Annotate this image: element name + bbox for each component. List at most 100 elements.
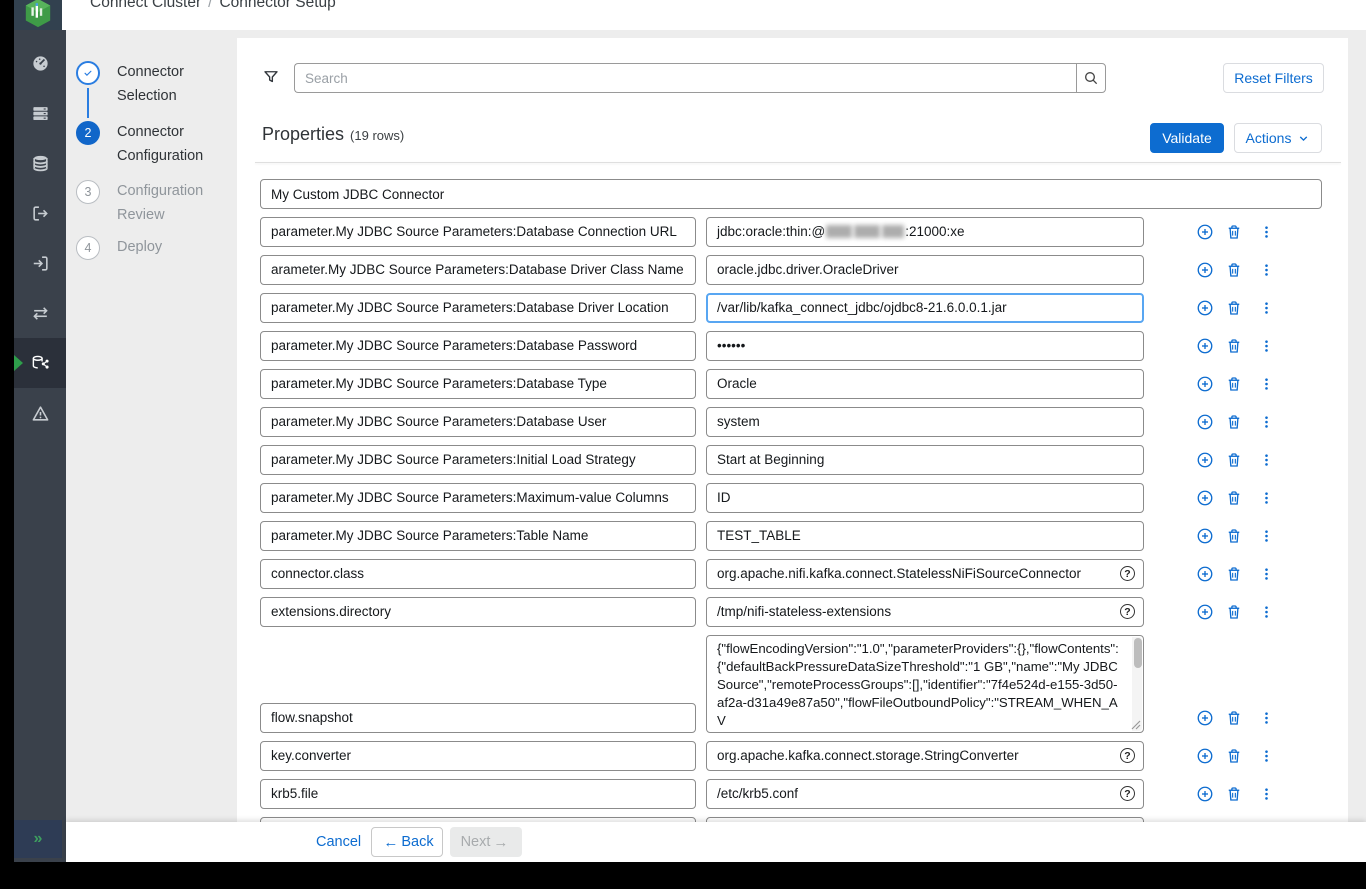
property-value-field[interactable]: TEST_TABLE <box>706 521 1144 551</box>
property-key-field[interactable]: flow.snapshot <box>260 703 696 733</box>
sidebar-item-sign-in[interactable] <box>14 238 66 288</box>
sidebar-item-clusters[interactable] <box>14 88 66 138</box>
flow-snapshot-textarea[interactable]: {"flowEncodingVersion":"1.0","parameterP… <box>706 635 1144 733</box>
add-property-button[interactable] <box>1196 337 1214 355</box>
property-value-field[interactable]: system <box>706 407 1144 437</box>
step-3-indicator[interactable]: 3 <box>76 180 100 204</box>
property-key-field[interactable]: parameter.My JDBC Source Parameters:Maxi… <box>260 483 696 513</box>
property-key-field[interactable]: parameter.My JDBC Source Parameters:Data… <box>260 217 696 247</box>
property-value-field[interactable]: /var/lib/kafka_connect_jdbc/ojdbc8-21.6.… <box>706 293 1144 323</box>
app-logo[interactable] <box>14 0 62 30</box>
row-menu-button[interactable] <box>1259 747 1274 765</box>
sidebar-item-dashboard[interactable] <box>14 38 66 88</box>
property-key-field[interactable]: parameter.My JDBC Source Parameters:Init… <box>260 445 696 475</box>
sidebar-item-database[interactable] <box>14 138 66 188</box>
row-menu-button[interactable] <box>1259 709 1274 727</box>
textarea-scrollbar-thumb[interactable] <box>1134 638 1142 668</box>
add-property-button[interactable] <box>1196 709 1214 727</box>
add-property-button[interactable] <box>1196 261 1214 279</box>
help-question-icon[interactable]: ? <box>1120 786 1135 801</box>
property-value-field[interactable]: •••••• <box>706 331 1144 361</box>
property-key-field[interactable]: parameter.My JDBC Source Parameters:Data… <box>260 407 696 437</box>
property-key-field[interactable]: connector.class <box>260 559 696 589</box>
reset-filters-button[interactable]: Reset Filters <box>1223 63 1324 93</box>
row-menu-button[interactable] <box>1259 261 1274 279</box>
help-question-icon[interactable]: ? <box>1120 566 1135 581</box>
row-menu-button[interactable] <box>1259 299 1274 317</box>
sidebar-item-connector[interactable] <box>14 338 66 388</box>
delete-property-button[interactable] <box>1225 527 1243 545</box>
property-key-field[interactable]: parameter.My JDBC Source Parameters:Data… <box>260 369 696 399</box>
add-property-button[interactable] <box>1196 747 1214 765</box>
delete-property-button[interactable] <box>1225 223 1243 241</box>
delete-property-button[interactable] <box>1225 261 1243 279</box>
property-value-field[interactable]: jdbc:oracle:thin:@:21000:xe <box>706 217 1144 247</box>
connector-name-input[interactable] <box>260 179 1322 209</box>
row-menu-button[interactable] <box>1259 565 1274 583</box>
row-menu-button[interactable] <box>1259 375 1274 393</box>
actions-dropdown-button[interactable]: Actions <box>1234 123 1322 153</box>
delete-property-button[interactable] <box>1225 413 1243 431</box>
sidebar-item-swap-arrows[interactable] <box>14 288 66 338</box>
delete-property-button[interactable] <box>1225 337 1243 355</box>
row-menu-button[interactable] <box>1259 337 1274 355</box>
property-value-field[interactable]: /etc/krb5.conf? <box>706 779 1144 809</box>
property-key-field[interactable]: parameter.My JDBC Source Parameters:Data… <box>260 331 696 361</box>
step-1-indicator[interactable] <box>76 61 100 85</box>
cancel-button[interactable]: Cancel <box>304 828 373 856</box>
delete-property-button[interactable] <box>1225 747 1243 765</box>
property-value-field[interactable]: org.apache.kafka.connect.storage.StringC… <box>706 741 1144 771</box>
delete-property-button[interactable] <box>1225 299 1243 317</box>
delete-property-button[interactable] <box>1225 375 1243 393</box>
next-button-disabled[interactable]: Next→ <box>450 827 522 857</box>
property-key-field[interactable]: extensions.directory <box>260 597 696 627</box>
delete-property-button[interactable] <box>1225 489 1243 507</box>
back-button[interactable]: ←Back <box>371 827 443 857</box>
help-question-icon[interactable]: ? <box>1120 748 1135 763</box>
row-menu-button[interactable] <box>1259 785 1274 803</box>
property-key-field[interactable]: key.converter <box>260 741 696 771</box>
delete-property-button[interactable] <box>1225 451 1243 469</box>
property-value-field[interactable]: oracle.jdbc.driver.OracleDriver <box>706 255 1144 285</box>
delete-property-button[interactable] <box>1225 603 1243 621</box>
add-property-button[interactable] <box>1196 603 1214 621</box>
delete-property-button[interactable] <box>1225 565 1243 583</box>
help-question-icon[interactable]: ? <box>1120 604 1135 619</box>
add-property-button[interactable] <box>1196 299 1214 317</box>
step-4-indicator[interactable]: 4 <box>76 236 100 260</box>
filter-funnel-icon[interactable] <box>262 68 280 86</box>
delete-property-button[interactable] <box>1225 709 1243 727</box>
add-property-button[interactable] <box>1196 527 1214 545</box>
step-2-indicator[interactable]: 2 <box>76 121 100 145</box>
search-input[interactable] <box>294 63 1076 93</box>
resize-handle-icon[interactable] <box>1131 720 1141 730</box>
row-menu-button[interactable] <box>1259 603 1274 621</box>
sidebar-item-sign-out[interactable] <box>14 188 66 238</box>
breadcrumb-connect-cluster[interactable]: Connect Cluster <box>90 0 201 11</box>
add-property-button[interactable] <box>1196 375 1214 393</box>
add-property-button[interactable] <box>1196 223 1214 241</box>
property-value-field[interactable]: /tmp/nifi-stateless-extensions? <box>706 597 1144 627</box>
add-property-button[interactable] <box>1196 413 1214 431</box>
sidebar-item-alerts[interactable] <box>14 388 66 438</box>
sidebar-expand-button[interactable]: » <box>14 820 62 858</box>
delete-property-button[interactable] <box>1225 785 1243 803</box>
add-property-button[interactable] <box>1196 451 1214 469</box>
row-menu-button[interactable] <box>1259 413 1274 431</box>
search-button[interactable] <box>1076 63 1106 93</box>
row-menu-button[interactable] <box>1259 527 1274 545</box>
property-value-field[interactable]: Start at Beginning <box>706 445 1144 475</box>
add-property-button[interactable] <box>1196 785 1214 803</box>
property-key-field[interactable]: parameter.My JDBC Source Parameters:Tabl… <box>260 521 696 551</box>
property-key-field[interactable]: arameter.My JDBC Source Parameters:Datab… <box>260 255 696 285</box>
add-property-button[interactable] <box>1196 489 1214 507</box>
row-menu-button[interactable] <box>1259 489 1274 507</box>
row-menu-button[interactable] <box>1259 223 1274 241</box>
property-value-field[interactable]: org.apache.nifi.kafka.connect.StatelessN… <box>706 559 1144 589</box>
property-value-field[interactable]: Oracle <box>706 369 1144 399</box>
add-property-button[interactable] <box>1196 565 1214 583</box>
validate-button[interactable]: Validate <box>1150 123 1224 153</box>
property-key-field[interactable]: krb5.file <box>260 779 696 809</box>
property-key-field[interactable]: parameter.My JDBC Source Parameters:Data… <box>260 293 696 323</box>
property-value-field[interactable]: ID <box>706 483 1144 513</box>
